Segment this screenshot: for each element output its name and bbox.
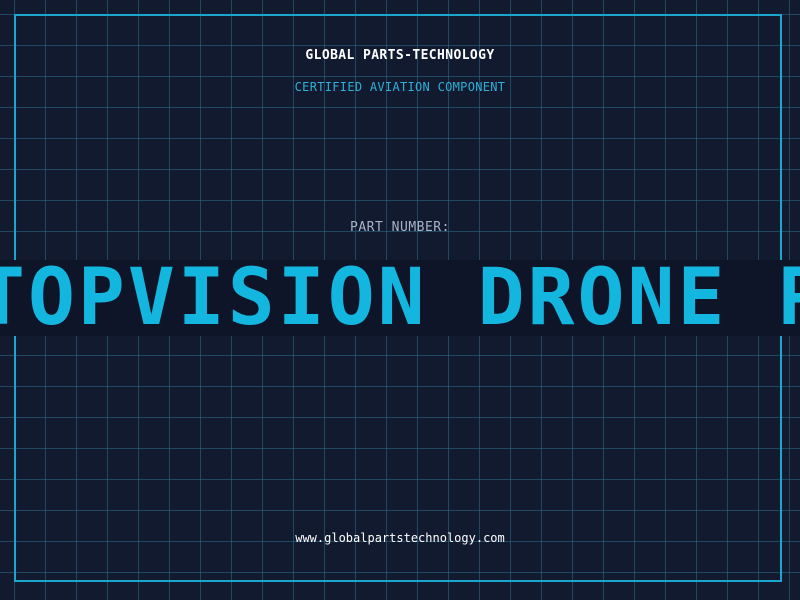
part-number-label: PART NUMBER: — [350, 220, 450, 235]
certificate-canvas: GLOBAL PARTS-TECHNOLOGY CERTIFIED AVIATI… — [0, 0, 800, 600]
part-number-value: TOPVISION DRONE PARTS — [0, 253, 800, 343]
certification-tagline: CERTIFIED AVIATION COMPONENT — [294, 80, 506, 94]
website-url: www.globalpartstechnology.com — [295, 531, 505, 545]
company-name: GLOBAL PARTS-TECHNOLOGY — [305, 48, 495, 63]
